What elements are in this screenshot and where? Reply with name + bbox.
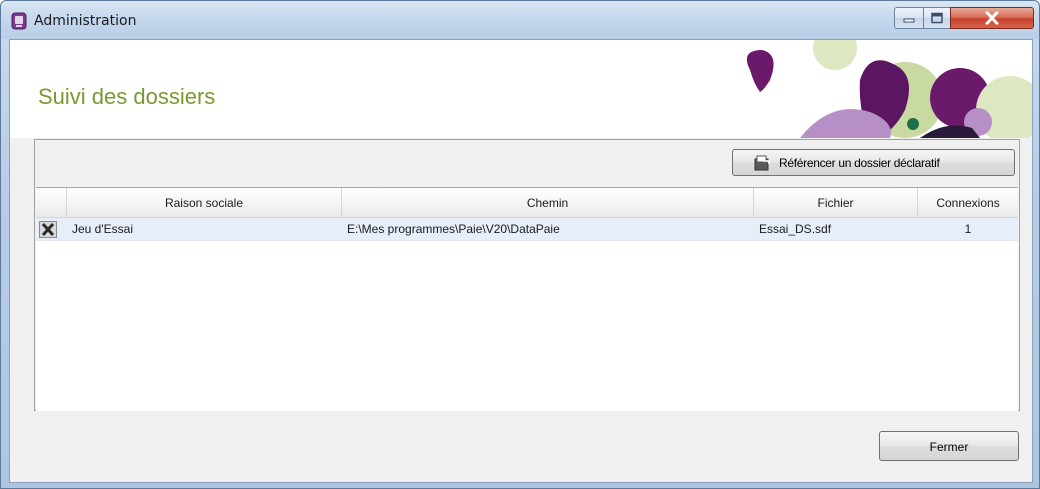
dossiers-table[interactable]: Raison sociale Chemin Fichier Connexions… (36, 187, 1018, 411)
table-row[interactable]: Jeu d'Essai E:\Mes programmes\Paie\V20\D… (36, 218, 1018, 241)
cell-connexions: 1 (964, 222, 972, 236)
reference-dossier-label: Référencer un dossier déclaratif (779, 156, 940, 170)
header-band: Suivi des dossiers (10, 40, 1032, 138)
app-icon (10, 12, 28, 30)
close-icon (985, 11, 999, 25)
delete-icon[interactable] (39, 221, 57, 238)
column-header-fichier[interactable]: Fichier (754, 188, 918, 218)
minimize-icon (903, 18, 915, 23)
column-header-chemin[interactable]: Chemin (342, 188, 754, 218)
cell-chemin: E:\Mes programmes\Paie\V20\DataPaie (347, 222, 560, 236)
cell-fichier: Essai_DS.sdf (759, 222, 832, 236)
page-title: Suivi des dossiers (38, 84, 216, 109)
dossiers-panel: Référencer un dossier déclaratif Raison … (34, 139, 1020, 411)
folder-reference-icon (754, 155, 771, 171)
application-window: Administration Suivi des dossiers Référe… (0, 0, 1040, 489)
column-header-connexions[interactable]: Connexions (918, 188, 1018, 218)
close-button[interactable]: Fermer (879, 431, 1019, 461)
decorative-shapes-graphic (746, 40, 1032, 138)
dialog-client-area: Suivi des dossiers Référencer un dossier… (9, 39, 1033, 483)
table-header: Raison sociale Chemin Fichier Connexions (36, 188, 1018, 218)
header-icon-column (36, 188, 67, 218)
minimize-button[interactable] (894, 7, 924, 29)
column-header-raison-sociale[interactable]: Raison sociale (67, 188, 342, 218)
close-window-button[interactable] (950, 7, 1034, 29)
window-title: Administration (34, 13, 137, 29)
reference-dossier-button[interactable]: Référencer un dossier déclaratif (732, 149, 1015, 176)
title-bar[interactable]: Administration (1, 1, 1039, 39)
maximize-button[interactable] (923, 7, 951, 29)
cell-raison-sociale: Jeu d'Essai (72, 222, 133, 236)
maximize-icon (931, 12, 943, 24)
close-button-label: Fermer (929, 440, 969, 454)
